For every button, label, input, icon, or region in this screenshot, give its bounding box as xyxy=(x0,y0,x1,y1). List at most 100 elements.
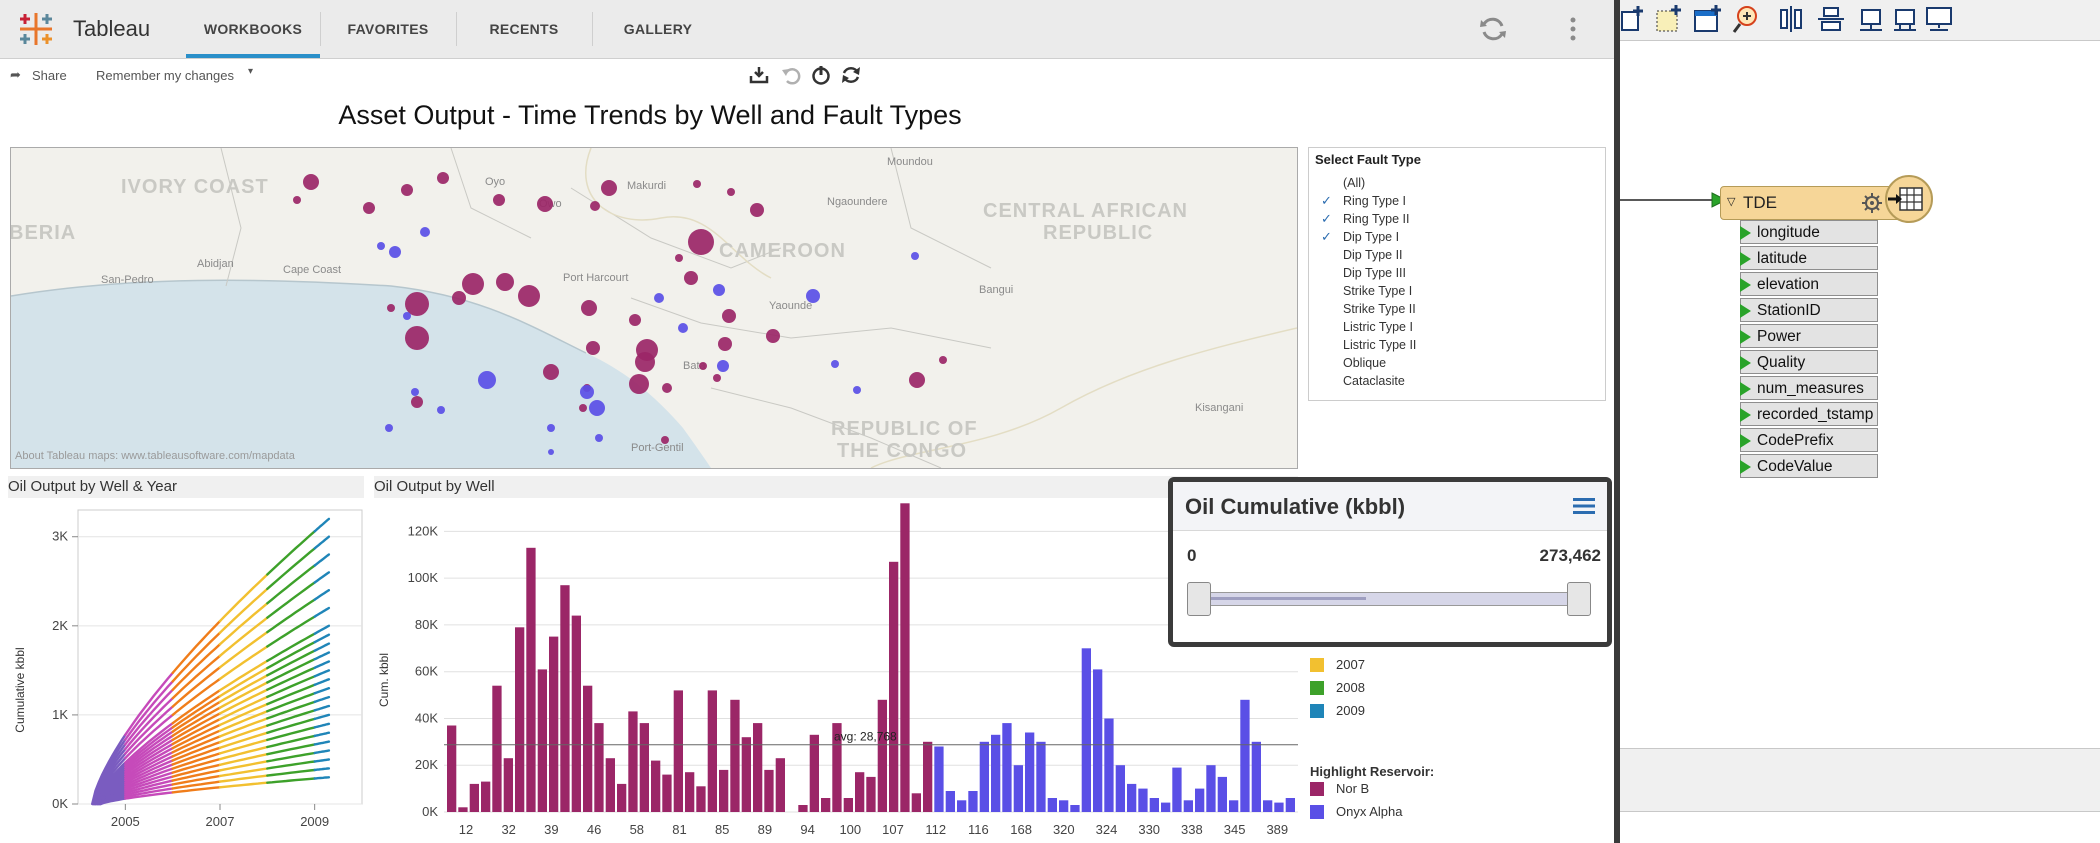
well-point xyxy=(547,424,555,432)
filter-item-ring-type-i[interactable]: ✓ Ring Type I xyxy=(1321,192,1406,210)
bar xyxy=(889,561,899,812)
share-icon[interactable]: ➦ xyxy=(10,67,21,83)
well-point xyxy=(537,196,553,212)
bar xyxy=(605,758,615,812)
input-port-icon xyxy=(1740,434,1751,448)
refresh-icon[interactable] xyxy=(1478,14,1508,44)
filter-item-dip-type-i[interactable]: ✓ Dip Type I xyxy=(1321,228,1399,246)
filter-item-strike-type-i[interactable]: Strike Type I xyxy=(1343,282,1412,300)
well-point xyxy=(377,242,385,250)
attribute-elevation[interactable]: elevation xyxy=(1740,272,1878,296)
attribute-longitude[interactable]: longitude xyxy=(1740,220,1878,244)
series-line xyxy=(313,767,331,772)
slider-left-handle[interactable] xyxy=(1187,582,1211,616)
tableau-logo-icon[interactable] xyxy=(16,9,56,49)
y-axis-label: Cum. kbbl xyxy=(377,653,391,707)
tde-node-title: TDE xyxy=(1743,193,1777,212)
tab-favorites[interactable]: FAVORITES xyxy=(321,0,455,58)
bar xyxy=(707,690,717,812)
x-tick-label: 168 xyxy=(1010,822,1032,837)
bar xyxy=(821,798,831,812)
well-point xyxy=(911,252,919,260)
bar-chart-oil-by-well[interactable]: Cum. kbbl 0K 20K 40K 60K 80K 100K 120K avg: 28,… xyxy=(368,500,1298,840)
more-options-icon[interactable] xyxy=(1568,16,1578,42)
filter-item-listric-type-ii[interactable]: Listric Type II xyxy=(1343,336,1416,354)
attribute-quality[interactable]: Quality xyxy=(1740,350,1878,374)
well-point xyxy=(939,356,947,364)
chevron-down-icon[interactable]: ▾ xyxy=(248,66,253,77)
download-icon[interactable] xyxy=(748,64,770,86)
filter-item-strike-type-ii[interactable]: Strike Type II xyxy=(1343,300,1416,318)
tab-recents[interactable]: RECENTS xyxy=(457,0,591,58)
x-tick-label: 2005 xyxy=(111,814,140,829)
pane-divider[interactable] xyxy=(1614,0,1620,843)
bar xyxy=(1285,798,1295,812)
align-bottom-icon[interactable] xyxy=(1856,4,1886,34)
bar xyxy=(1047,798,1057,812)
legend-label-nor-b[interactable]: Nor B xyxy=(1336,781,1369,796)
legend-label-onyx-alpha[interactable]: Onyx Alpha xyxy=(1336,804,1403,819)
align-horizontal-icon[interactable] xyxy=(1816,4,1846,34)
filter-item-ring-type-ii[interactable]: ✓ Ring Type II xyxy=(1321,210,1409,228)
collapse-icon[interactable]: ▽ xyxy=(1727,195,1735,208)
bar xyxy=(1217,776,1227,812)
bar xyxy=(492,685,502,812)
input-port-icon xyxy=(1740,252,1751,266)
distribute-icon[interactable] xyxy=(1890,4,1920,34)
well-point xyxy=(713,284,725,296)
undo-icon[interactable] xyxy=(780,64,802,86)
table-output-icon[interactable] xyxy=(1884,174,1934,224)
attribute-codevalue[interactable]: CodeValue xyxy=(1740,454,1878,478)
slider-right-handle[interactable] xyxy=(1567,582,1591,616)
attribute-codeprefix[interactable]: CodePrefix xyxy=(1740,428,1878,452)
gear-icon[interactable] xyxy=(1861,192,1883,214)
attribute-power[interactable]: Power xyxy=(1740,324,1878,348)
line-chart-oil-by-well-year[interactable]: Cumulative kbbl 0K 1K 2K 3K 2005 2007 2009 xyxy=(0,500,368,840)
well-point xyxy=(518,285,540,307)
well-map[interactable]: IVORY COAST CENTRAL AFRICAN REPUBLIC CAM… xyxy=(10,147,1298,469)
x-tick-label: 116 xyxy=(968,822,989,837)
input-port-icon xyxy=(1740,382,1751,396)
legend-swatch-nor-b[interactable] xyxy=(1310,782,1324,796)
monitor-icon[interactable] xyxy=(1924,4,1954,34)
add-table-icon[interactable] xyxy=(1620,4,1650,34)
remember-changes-dropdown[interactable]: Remember my changes xyxy=(96,68,234,83)
bar xyxy=(1070,805,1080,812)
bar xyxy=(809,734,819,812)
input-port-icon xyxy=(1740,356,1751,370)
well-point xyxy=(385,424,393,432)
add-bookmark-icon[interactable] xyxy=(1654,4,1684,34)
bar xyxy=(753,723,763,812)
well-point xyxy=(629,314,641,326)
bar xyxy=(447,725,457,812)
slider-max-value: 273,462 xyxy=(1539,546,1601,565)
filter-item-oblique[interactable]: Oblique xyxy=(1343,354,1386,372)
align-vertical-icon[interactable] xyxy=(1776,4,1806,34)
bar xyxy=(843,798,853,812)
share-button[interactable]: Share xyxy=(32,68,67,83)
legend-label-2009: 2009 xyxy=(1336,703,1365,718)
menu-icon[interactable] xyxy=(1573,497,1595,515)
inspect-icon[interactable] xyxy=(1732,4,1762,34)
attribute-recorded-tstamp[interactable]: recorded_tstamp xyxy=(1740,402,1878,426)
tde-node-header[interactable]: ▽ TDE xyxy=(1720,186,1902,220)
tab-workbooks[interactable]: WORKBOOKS xyxy=(186,0,320,58)
refresh-data-icon[interactable] xyxy=(840,64,862,86)
attribute-stationid[interactable]: StationID xyxy=(1740,298,1878,322)
new-window-icon[interactable] xyxy=(1692,4,1722,34)
slider-track[interactable] xyxy=(1195,592,1579,606)
attribute-num-measures[interactable]: num_measures xyxy=(1740,376,1878,400)
filter-item-listric-type-i[interactable]: Listric Type I xyxy=(1343,318,1413,336)
filter-item-all[interactable]: (All) xyxy=(1343,174,1365,192)
slider-title: Oil Cumulative (kbbl) xyxy=(1185,494,1406,519)
y-tick-label: 120K xyxy=(408,523,439,538)
attribute-latitude[interactable]: latitude xyxy=(1740,246,1878,270)
tab-gallery[interactable]: GALLERY xyxy=(593,0,723,58)
attribute-label: CodePrefix xyxy=(1757,432,1834,449)
filter-item-dip-type-ii[interactable]: Dip Type II xyxy=(1343,246,1403,264)
revert-icon[interactable] xyxy=(810,64,832,86)
filter-item-dip-type-iii[interactable]: Dip Type III xyxy=(1343,264,1406,282)
bar xyxy=(923,741,933,812)
legend-swatch-onyx-alpha[interactable] xyxy=(1310,805,1324,819)
filter-item-cataclasite[interactable]: Cataclasite xyxy=(1343,372,1405,390)
